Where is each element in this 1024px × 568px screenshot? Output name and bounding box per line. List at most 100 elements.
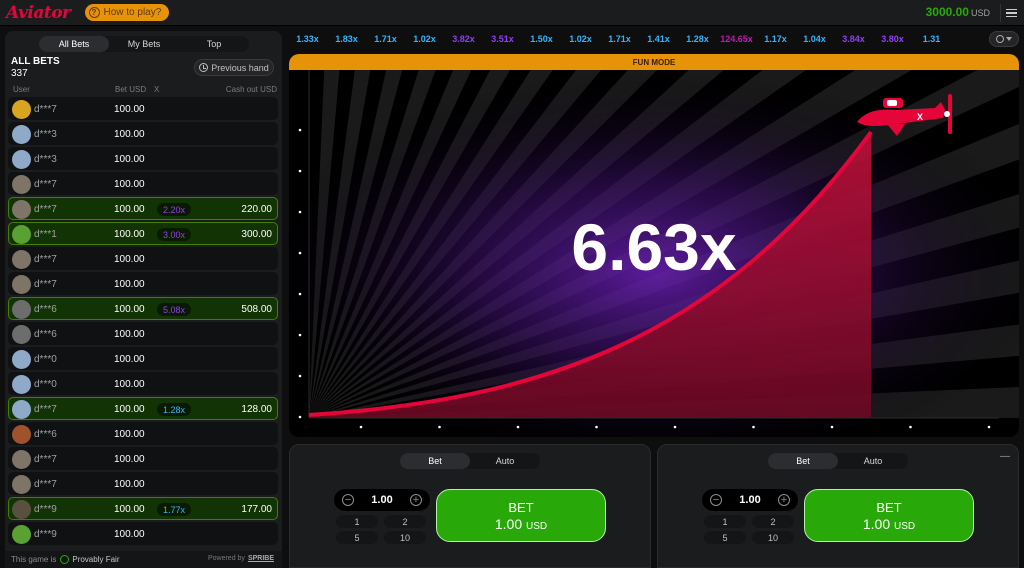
- quick-amount-2[interactable]: 2: [384, 515, 426, 528]
- top-header: Aviator ? How to play? 3000.00 USD: [0, 0, 1024, 26]
- provably-fair-link[interactable]: Provably Fair: [72, 555, 119, 564]
- bet-user: d***7: [34, 104, 57, 115]
- history-dropdown-button[interactable]: [989, 31, 1019, 47]
- col-cashout: Cash out USD: [225, 85, 277, 94]
- history-multiplier[interactable]: 3.51x: [483, 34, 522, 44]
- history-multiplier[interactable]: 1.28x: [678, 34, 717, 44]
- tab-auto[interactable]: Auto: [470, 453, 540, 469]
- avatar: [12, 500, 31, 519]
- bet-amount: 100.00: [114, 254, 145, 265]
- cashout-multiplier: 1.77x: [157, 503, 192, 516]
- tab-my-bets[interactable]: My Bets: [109, 36, 179, 52]
- quick-amount-1[interactable]: 1: [336, 515, 378, 528]
- how-to-play-label: How to play?: [103, 7, 162, 18]
- quick-amount-10[interactable]: 10: [752, 531, 794, 544]
- bet-user: d***0: [34, 354, 57, 365]
- left-footer: This game is Provably Fair Powered by SPR…: [5, 551, 282, 568]
- avatar: [12, 350, 31, 369]
- table-row: d***3 100.00: [8, 122, 278, 145]
- avatar: [12, 125, 31, 144]
- history-multiplier[interactable]: 3.82x: [444, 34, 483, 44]
- history-multiplier[interactable]: 1.02x: [561, 34, 600, 44]
- quick-amount-5[interactable]: 5: [336, 531, 378, 544]
- bet-amount: 100.00: [114, 304, 145, 315]
- bet-mode-tabs: Bet Auto: [400, 453, 540, 469]
- quick-amount-10[interactable]: 10: [384, 531, 426, 544]
- table-row: d***7 100.00: [8, 247, 278, 270]
- table-row: d***3 100.00: [8, 147, 278, 170]
- col-x: X: [154, 85, 160, 94]
- tab-bet[interactable]: Bet: [400, 453, 470, 469]
- bet-panel-1: Bet Auto − 1.00 + 1 2 5 10 BET 1.00 USD: [289, 444, 651, 568]
- stake-input[interactable]: − 1.00 +: [702, 489, 798, 511]
- history-multiplier[interactable]: 3.80x: [873, 34, 912, 44]
- history-multiplier[interactable]: 1.02x: [405, 34, 444, 44]
- bet-amount: 100.00: [114, 154, 145, 165]
- bet-amount: 100.00: [114, 179, 145, 190]
- avatar: [12, 200, 31, 219]
- bet-amount: 100.00: [114, 354, 145, 365]
- tab-top[interactable]: Top: [179, 36, 249, 52]
- remove-panel-button[interactable]: —: [1000, 451, 1010, 462]
- bet-button[interactable]: BET 1.00 USD: [436, 489, 606, 542]
- plus-icon[interactable]: +: [410, 494, 422, 506]
- bet-amount: 100.00: [114, 454, 145, 465]
- bet-amount: 100.00: [114, 529, 145, 540]
- y-axis-dot: [298, 169, 302, 173]
- avatar: [12, 225, 31, 244]
- how-to-play-button[interactable]: ? How to play?: [84, 4, 170, 21]
- stake-control: − 1.00 + 1 2 5 10: [334, 489, 430, 544]
- tab-auto[interactable]: Auto: [838, 453, 908, 469]
- current-multiplier: 6.63x: [571, 210, 737, 284]
- history-multiplier[interactable]: 124.65x: [717, 34, 756, 44]
- history-multiplier[interactable]: 1.50x: [522, 34, 561, 44]
- history-multiplier[interactable]: 1.04x: [795, 34, 834, 44]
- quick-amount-5[interactable]: 5: [704, 531, 746, 544]
- bet-mode-tabs: Bet Auto: [768, 453, 908, 469]
- bet-button-amount: 1.00 USD: [862, 515, 916, 532]
- history-multiplier[interactable]: 1.17x: [756, 34, 795, 44]
- history-multiplier[interactable]: 1.71x: [600, 34, 639, 44]
- table-row: d***7 100.00: [8, 272, 278, 295]
- hamburger-menu-icon[interactable]: [1000, 4, 1018, 22]
- history-multiplier[interactable]: 1.31: [912, 34, 951, 44]
- history-multiplier[interactable]: 1.33x: [288, 34, 327, 44]
- table-row: d***0 100.00: [8, 347, 278, 370]
- history-multiplier[interactable]: 1.83x: [327, 34, 366, 44]
- stake-input[interactable]: − 1.00 +: [334, 489, 430, 511]
- table-row: d***0 100.00: [8, 372, 278, 395]
- avatar: [12, 400, 31, 419]
- bet-user: d***9: [34, 529, 57, 540]
- avatar: [12, 250, 31, 269]
- spribe-logo[interactable]: SPRIBE: [248, 555, 274, 562]
- quick-amount-2[interactable]: 2: [752, 515, 794, 528]
- bet-user: d***0: [34, 379, 57, 390]
- bet-user: d***7: [34, 279, 57, 290]
- table-row: d***7 100.00: [8, 472, 278, 495]
- quick-amount-1[interactable]: 1: [704, 515, 746, 528]
- avatar: [12, 325, 31, 344]
- table-row: d***9 100.00: [8, 522, 278, 545]
- previous-hand-button[interactable]: Previous hand: [194, 59, 274, 76]
- plus-icon[interactable]: +: [778, 494, 790, 506]
- avatar: [12, 475, 31, 494]
- history-multiplier[interactable]: 1.41x: [639, 34, 678, 44]
- table-row: d***6 100.00: [8, 322, 278, 345]
- x-axis-dot: [438, 425, 441, 429]
- table-row: d***7 100.00 2.20x 220.00: [8, 197, 278, 220]
- bets-list: d***7 100.00 d***3 100.00 d***3 100.00 d***7 10…: [8, 97, 278, 547]
- bet-user: d***6: [34, 329, 57, 340]
- bet-amount: 100.00: [114, 479, 145, 490]
- cashout-amount: 508.00: [241, 304, 272, 315]
- bet-button[interactable]: BET 1.00 USD: [804, 489, 974, 542]
- avatar: [12, 150, 31, 169]
- bets-panel: All Bets My Bets Top ALL BETS 337 Previo…: [5, 31, 282, 568]
- cashout-multiplier: 5.08x: [157, 303, 192, 316]
- bet-amount: 100.00: [114, 329, 145, 340]
- history-multiplier[interactable]: 1.71x: [366, 34, 405, 44]
- tab-all-bets[interactable]: All Bets: [39, 36, 109, 52]
- tab-bet[interactable]: Bet: [768, 453, 838, 469]
- bet-amount: 100.00: [114, 104, 145, 115]
- aviator-logo[interactable]: Aviator: [6, 3, 71, 23]
- history-multiplier[interactable]: 3.84x: [834, 34, 873, 44]
